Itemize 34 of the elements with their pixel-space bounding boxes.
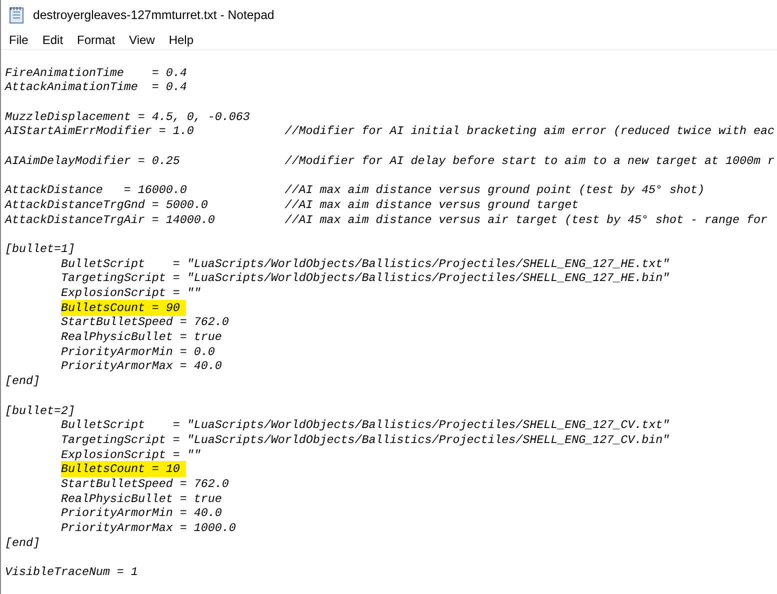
text-line: AttackDistanceTrgGnd = 5000.0 //AI max aim distance versus ground target <box>5 198 579 212</box>
text-line: AIStartAimErrModifier = 1.0 //Modifier for AI initial bracketing aim error (reduced twice with eac <box>5 124 774 138</box>
menu-item[interactable]: View <box>122 32 162 46</box>
text-line: BulletScript = "LuaScripts/WorldObjects/Ballistics/Projectiles/SHELL_ENG_127_HE.txt" <box>61 256 670 271</box>
text-line: FireAnimationTime = 0.4 <box>5 66 187 80</box>
menu-item[interactable]: File <box>2 32 36 46</box>
text-line: PriorityArmorMin = 0.0 <box>61 344 215 359</box>
notepad-icon <box>9 6 25 24</box>
text-line: [end] <box>5 536 40 550</box>
text-line: TargetingScript = "LuaScripts/WorldObjects/Ballistics/Projectiles/SHELL_ENG_127_CV.bin" <box>61 432 670 447</box>
text-line: RealPhysicBullet = true <box>61 492 222 506</box>
text-line: AttackDistanceTrgAir = 14000.0 //AI max aim distance versus air target (test by 45° shot - range for <box>5 212 768 227</box>
text-line: MuzzleDisplacement = 4.5, 0, -0.063 <box>5 110 250 124</box>
text-line: [bullet=1] <box>5 242 75 256</box>
text-line: AttackAnimationTime = 0.4 <box>5 80 187 94</box>
window-title: destroyergleaves-127mmturret.txt - Notepad <box>33 8 274 22</box>
menu-item[interactable]: Format <box>70 32 122 46</box>
text-line: TargetingScript = "LuaScripts/WorldObjects/Ballistics/Projectiles/SHELL_ENG_127_HE.bin" <box>61 271 670 286</box>
text-line: BulletScript = "LuaScripts/WorldObjects/Ballistics/Projectiles/SHELL_ENG_127_CV.txt" <box>61 418 670 432</box>
menu-item[interactable]: Edit <box>35 32 70 46</box>
text-line: AIAimDelayModifier = 0.25 //Modifier for AI delay before start to aim to a new target at 1000m r <box>5 154 774 168</box>
text-line: [bullet=2] <box>5 404 75 418</box>
text-line: ExplosionScript = "" <box>61 448 201 462</box>
text-line: StartBulletSpeed = 762.0 <box>61 476 229 491</box>
text-line: AttackDistance = 16000.0 //AI max aim distance versus ground point (test by 45° shot) <box>5 183 704 198</box>
text-line: StartBulletSpeed = 762.0 <box>61 315 229 330</box>
text-line: ExplosionScript = "" <box>61 286 201 300</box>
text-line: RealPhysicBullet = true <box>61 330 222 344</box>
text-line: VisibleTraceNum = 1 <box>5 565 138 580</box>
menu-item[interactable]: Help <box>162 32 201 46</box>
text-line: PriorityArmorMin = 40.0 <box>61 506 222 520</box>
text-line: PriorityArmorMax = 40.0 <box>61 359 222 374</box>
text-line: [end] <box>5 374 40 388</box>
text-line: PriorityArmorMax = 1000.0 <box>61 521 236 535</box>
